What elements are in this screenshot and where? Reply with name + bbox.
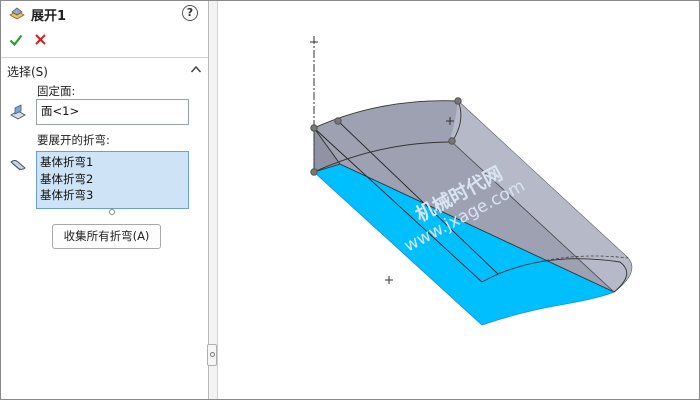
fixed-face-label: 固定面: (37, 84, 76, 98)
vertex-point[interactable] (310, 168, 318, 176)
vertex-point[interactable] (334, 117, 342, 125)
property-manager-panel: 展开1 ? 选择(S) 固定面: 面<1> 要展开的折弯: 基体折弯1 基体折弯… (1, 1, 208, 399)
handle-dot (210, 352, 215, 357)
list-item[interactable]: 基体折弯3 (40, 187, 185, 204)
panel-header: 展开1 ? (1, 1, 208, 25)
origin-marker (385, 276, 393, 284)
graphics-area[interactable]: 机械时代网 www.jxage.com (218, 1, 699, 399)
bends-to-unfold-label: 要展开的折弯: (37, 133, 110, 147)
bends-list[interactable]: 基体折弯1 基体折弯2 基体折弯3 (36, 151, 189, 209)
list-item[interactable]: 基体折弯1 (40, 154, 185, 171)
help-icon[interactable]: ? (182, 5, 198, 21)
vertex-point[interactable] (448, 137, 456, 145)
vertex-point[interactable] (310, 124, 318, 132)
list-resize-handle[interactable] (109, 209, 115, 215)
x-icon[interactable] (34, 33, 47, 46)
selection-group-title: 选择(S) (7, 65, 48, 79)
header-separator (1, 57, 208, 58)
panel-collapse-handle[interactable] (207, 344, 217, 366)
list-item[interactable]: 基体折弯2 (40, 171, 185, 188)
fixed-face-field[interactable]: 面<1> (36, 99, 189, 125)
face-selection-icon (10, 104, 26, 120)
panel-splitter[interactable] (209, 1, 218, 399)
panel-title: 展开1 (31, 9, 67, 24)
checkmark-icon[interactable] (9, 33, 23, 47)
selection-group-header[interactable]: 选择(S) (1, 60, 208, 80)
bend-selection-icon (10, 160, 26, 171)
unfold-feature-icon (9, 7, 25, 20)
collect-all-bends-button[interactable]: 收集所有折弯(A) (52, 224, 161, 249)
vertex-point[interactable] (454, 97, 462, 105)
chevron-up-icon[interactable] (190, 64, 202, 74)
